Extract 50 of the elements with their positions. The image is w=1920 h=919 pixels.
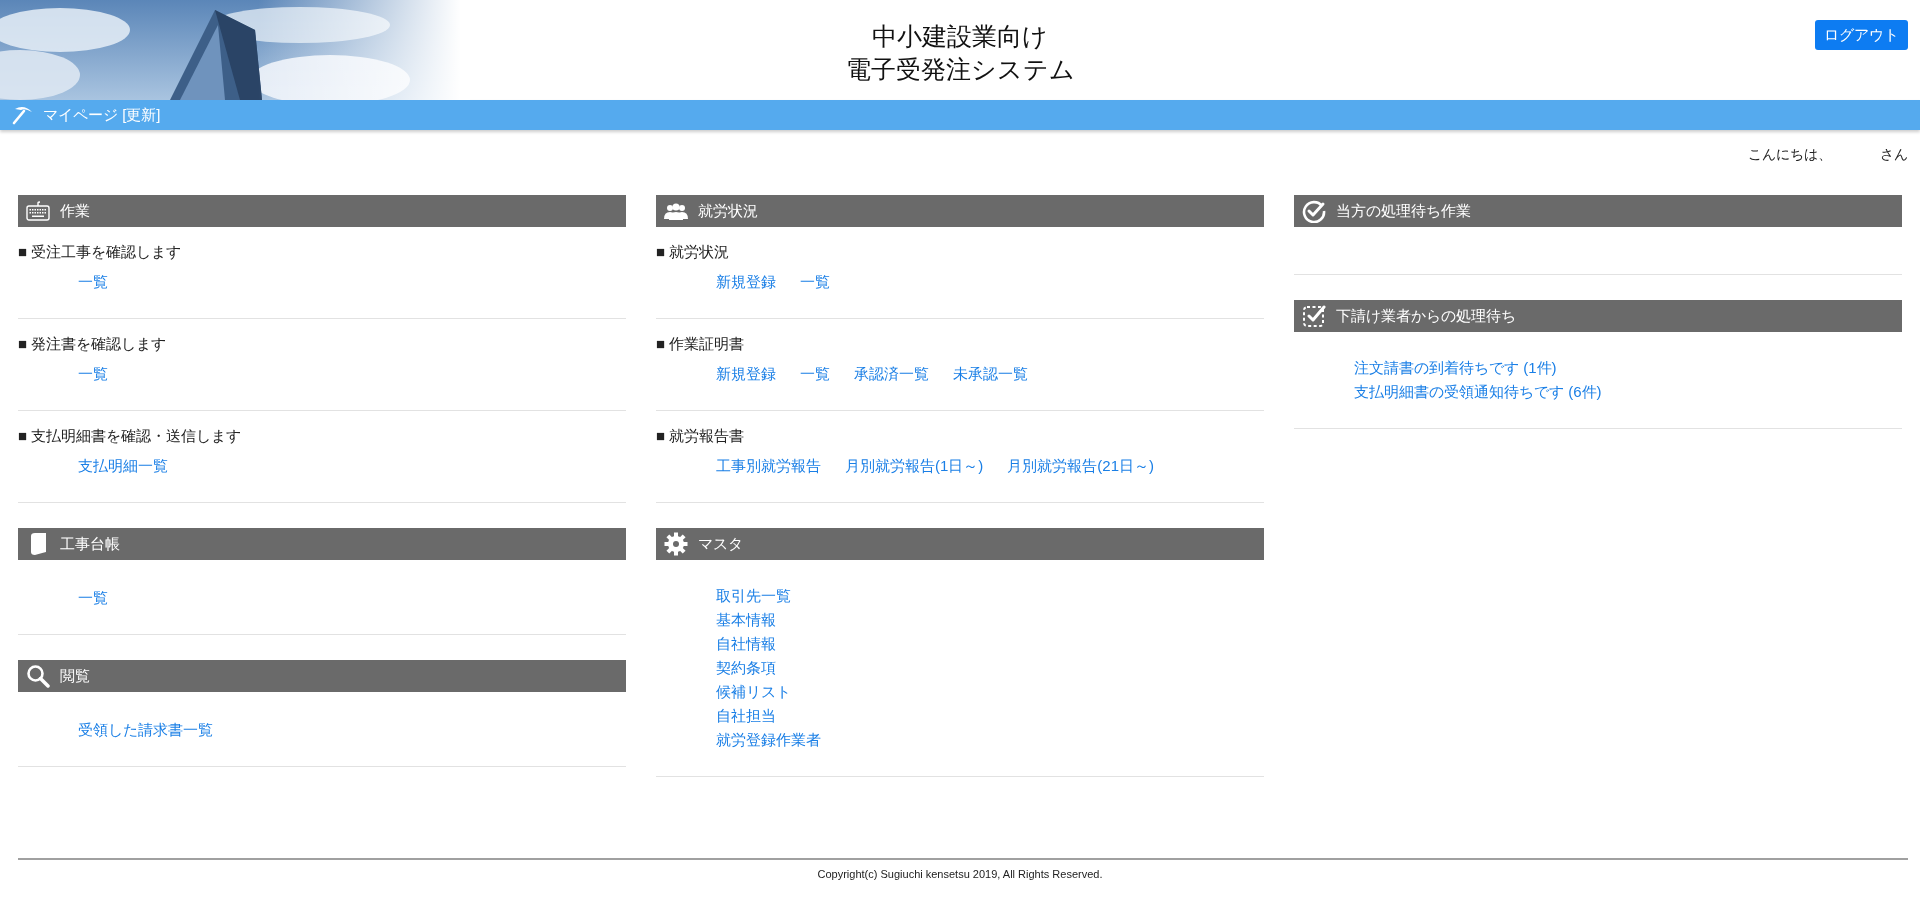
link[interactable]: 受領した請求書一覧 (78, 718, 213, 742)
link[interactable]: 取引先一覧 (716, 584, 791, 608)
logout-button[interactable]: ログアウト (1815, 20, 1908, 50)
app-title: 中小建設業向け (872, 21, 1048, 52)
link[interactable]: 一覧 (800, 270, 830, 294)
link[interactable]: 一覧 (800, 362, 830, 386)
check-circle-icon (1302, 199, 1326, 223)
group-heading: ■ 就労報告書 (656, 426, 746, 446)
section-title: 就労状況 (698, 200, 758, 221)
app-title: 電子受発注システム (845, 54, 1075, 85)
keyboard-icon (26, 201, 50, 221)
book-icon (28, 532, 48, 556)
group-heading: ■ 支払明細書を確認・送信します (18, 426, 243, 446)
group-heading: ■ 就労状況 (656, 242, 731, 262)
section-title: 工事台帳 (60, 533, 120, 554)
group-heading: ■ 作業証明書 (656, 334, 746, 354)
section-title: 当方の処理待ち作業 (1336, 200, 1471, 221)
greeting-suffix: さん (1880, 145, 1908, 164)
link[interactable]: 支払明細一覧 (78, 454, 168, 478)
link[interactable]: 自社情報 (716, 632, 776, 656)
link[interactable]: 一覧 (78, 270, 108, 294)
link[interactable]: 月別就労報告(21日～) (1007, 454, 1155, 478)
group-heading: ■ 発注書を確認します (18, 334, 168, 354)
link[interactable]: 工事別就労報告 (716, 454, 821, 478)
section-title: 閲覧 (60, 665, 90, 686)
link[interactable]: 自社担当 (716, 704, 776, 728)
link[interactable]: 支払明細書の受領通知待ちです (6件) (1354, 380, 1602, 404)
section-title: マスタ (698, 533, 743, 554)
greeting-text: こんにちは、 (1748, 145, 1832, 164)
people-icon (664, 202, 688, 220)
link[interactable]: 未承認一覧 (953, 362, 1028, 386)
link[interactable]: 承認済一覧 (854, 362, 929, 386)
link[interactable]: 月別就労報告(1日～) (845, 454, 984, 478)
mypage-link[interactable]: マイページ [更新] (43, 103, 161, 127)
copyright-text: Copyright(c) Sugiuchi kensetsu 2019, All Rights Reserved. (817, 867, 1103, 882)
link[interactable]: 契約条項 (716, 656, 776, 680)
link[interactable]: 注文請書の到着待ちです (1件) (1354, 356, 1557, 380)
link[interactable]: 新規登録 (716, 270, 776, 294)
checkbox-icon (1302, 304, 1326, 328)
link[interactable]: 就労登録作業者 (716, 728, 821, 752)
link[interactable]: 一覧 (78, 362, 108, 386)
section-title: 作業 (60, 200, 90, 221)
settings-icon (664, 532, 688, 556)
search-icon (26, 664, 50, 688)
link[interactable]: 基本情報 (716, 608, 776, 632)
section-title: 下請け業者からの処理待ち (1336, 305, 1516, 326)
link[interactable]: 一覧 (78, 586, 108, 610)
link[interactable]: 候補リスト (716, 680, 791, 704)
group-heading: ■ 受注工事を確認します (18, 242, 183, 262)
link[interactable]: 新規登録 (716, 362, 776, 386)
